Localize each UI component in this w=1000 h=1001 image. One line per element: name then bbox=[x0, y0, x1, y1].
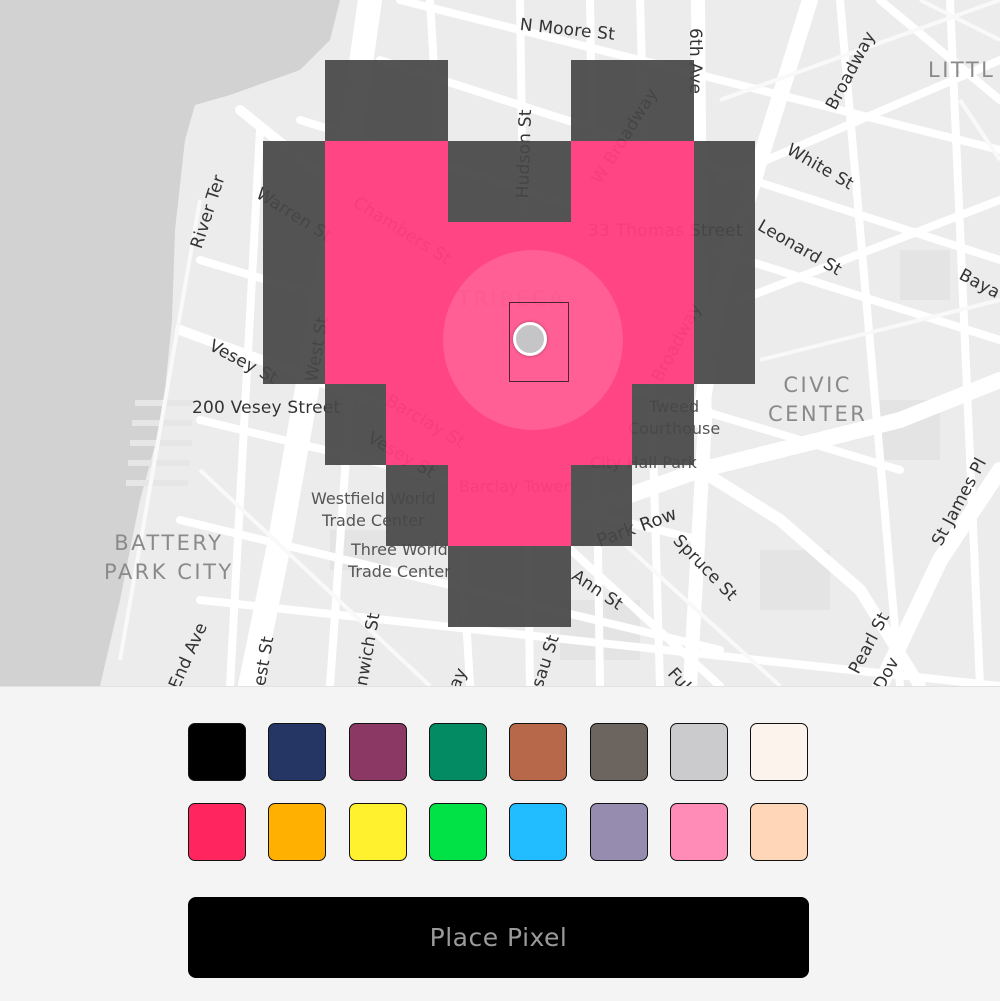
color-swatch[interactable] bbox=[429, 803, 487, 861]
poi-label: Three World Trade Center bbox=[348, 540, 451, 581]
street-label: 200 Vesey Street bbox=[192, 398, 341, 418]
color-swatch[interactable] bbox=[349, 723, 407, 781]
color-swatch[interactable] bbox=[670, 803, 728, 861]
poi-label: City Hall Park bbox=[590, 453, 697, 472]
color-swatch[interactable] bbox=[429, 723, 487, 781]
district-label: CIVIC CENTER bbox=[768, 373, 868, 426]
poi-label: Tweed Courthouse bbox=[628, 397, 721, 438]
color-swatch[interactable] bbox=[268, 723, 326, 781]
color-swatch[interactable] bbox=[509, 723, 567, 781]
color-swatch[interactable] bbox=[670, 723, 728, 781]
place-pixel-button[interactable]: Place Pixel bbox=[188, 897, 809, 978]
district-label: LITTL bbox=[928, 58, 996, 82]
district-label: BATTERY PARK CITY bbox=[104, 531, 234, 584]
color-swatch[interactable] bbox=[188, 723, 246, 781]
color-palette-panel: Place Pixel bbox=[0, 686, 1000, 1001]
color-swatch[interactable] bbox=[750, 803, 808, 861]
color-swatch[interactable] bbox=[590, 803, 648, 861]
street-label: 33 Thomas Street bbox=[588, 221, 743, 241]
poi-label: Westfield World Trade Center bbox=[311, 489, 436, 530]
street-label: 6th Ave bbox=[685, 28, 705, 95]
color-swatch[interactable] bbox=[750, 723, 808, 781]
current-location-dot bbox=[513, 322, 547, 356]
color-swatch[interactable] bbox=[349, 803, 407, 861]
color-swatch[interactable] bbox=[590, 723, 648, 781]
street-label: Hudson St bbox=[513, 109, 537, 199]
map-view[interactable]: N Moore St 6th Ave Broadway Hudson St W … bbox=[0, 0, 1000, 686]
color-swatch[interactable] bbox=[509, 803, 567, 861]
color-swatch[interactable] bbox=[188, 803, 246, 861]
poi-label: Barclay Tower bbox=[459, 477, 570, 496]
color-swatch[interactable] bbox=[268, 803, 326, 861]
